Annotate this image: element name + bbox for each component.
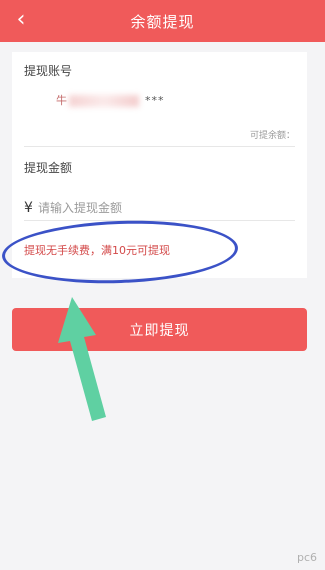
account-value: 牛 ***: [56, 92, 165, 108]
top-nav-bar: ‹ 余额提现: [0, 0, 325, 42]
amount-label: 提现金额: [24, 161, 73, 175]
pointer-arrow-annotation: [58, 297, 106, 421]
account-masked-stars: ***: [145, 94, 165, 107]
amount-input-row: ¥: [24, 198, 295, 221]
account-prefix: 牛: [56, 94, 67, 107]
watermark-logo: pc6: [296, 551, 317, 564]
blurred-account-mask: [69, 95, 139, 107]
available-balance-label: 可提余额：: [249, 131, 295, 141]
amount-input[interactable]: [38, 198, 278, 218]
account-label: 提现账号: [24, 64, 73, 78]
page-title: 余额提现: [130, 13, 195, 31]
currency-symbol: ¥: [24, 200, 33, 216]
divider: [24, 146, 295, 147]
